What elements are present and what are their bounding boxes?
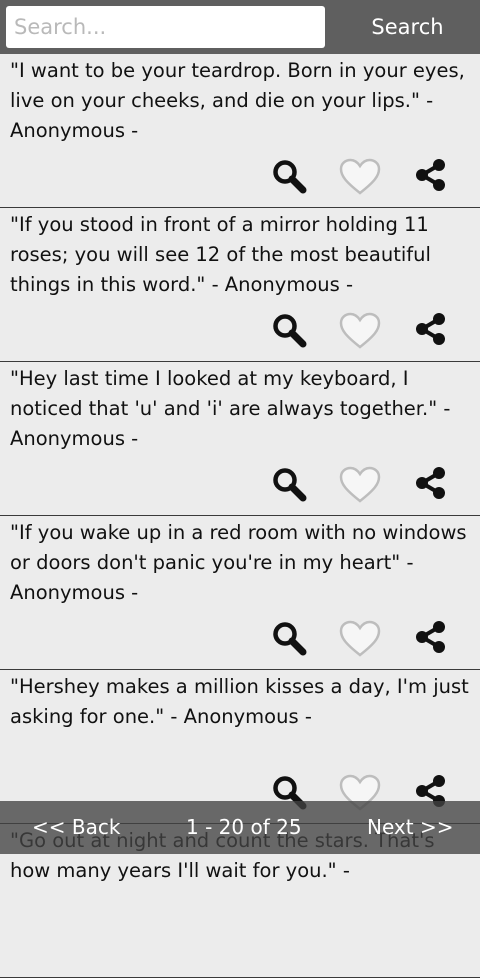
- quote-text: "I want to be your teardrop. Born in you…: [10, 59, 465, 142]
- list-item: "If you wake up in a red room with no wi…: [0, 516, 480, 670]
- list-item: "Hey last time I looked at my keyboard, …: [0, 362, 480, 516]
- search-icon[interactable]: [271, 158, 307, 194]
- quote-text: "If you stood in front of a mirror holdi…: [10, 213, 431, 296]
- share-icon[interactable]: [414, 158, 448, 192]
- search-input[interactable]: [6, 6, 325, 48]
- search-icon[interactable]: [271, 620, 307, 656]
- list-item: "If you stood in front of a mirror holdi…: [0, 208, 480, 362]
- back-button[interactable]: << Back: [32, 801, 120, 854]
- search-icon[interactable]: [271, 312, 307, 348]
- search-icon[interactable]: [271, 466, 307, 502]
- heart-icon[interactable]: [338, 466, 382, 504]
- heart-icon[interactable]: [338, 620, 382, 658]
- quote-text: "Hey last time I looked at my keyboard, …: [10, 367, 451, 450]
- heart-icon[interactable]: [338, 312, 382, 350]
- list-item: "I want to be your teardrop. Born in you…: [0, 54, 480, 208]
- heart-icon[interactable]: [338, 158, 382, 196]
- search-button[interactable]: Search: [335, 0, 480, 54]
- share-icon[interactable]: [414, 466, 448, 500]
- quote-text: "If you wake up in a red room with no wi…: [10, 521, 467, 604]
- share-icon[interactable]: [414, 312, 448, 346]
- pagination-bar: << Back 1 - 20 of 25 Next >>: [0, 801, 480, 854]
- quote-text: "Hershey makes a million kisses a day, I…: [10, 675, 469, 728]
- page-indicator: 1 - 20 of 25: [186, 815, 302, 839]
- share-icon[interactable]: [414, 620, 448, 654]
- search-bar: Search: [0, 0, 480, 54]
- next-button[interactable]: Next >>: [367, 801, 453, 854]
